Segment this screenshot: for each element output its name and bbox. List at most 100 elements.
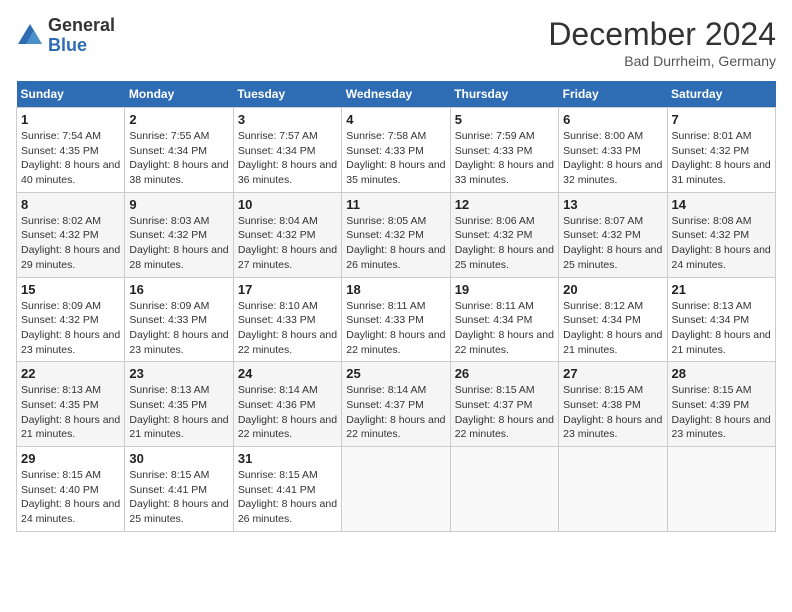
day-number: 15: [21, 282, 120, 297]
day-number: 20: [563, 282, 662, 297]
day-number: 1: [21, 112, 120, 127]
day-of-week-header: Wednesday: [342, 81, 450, 108]
cell-content: Sunrise: 8:15 AMSunset: 4:39 PMDaylight:…: [672, 384, 771, 440]
day-of-week-header: Tuesday: [233, 81, 341, 108]
cell-content: Sunrise: 8:09 AMSunset: 4:33 PMDaylight:…: [129, 300, 228, 356]
calendar-cell: 29 Sunrise: 8:15 AMSunset: 4:40 PMDayligh…: [17, 447, 125, 532]
cell-content: Sunrise: 8:13 AMSunset: 4:34 PMDaylight:…: [672, 300, 771, 356]
logo-blue: Blue: [48, 36, 115, 56]
day-of-week-header: Friday: [559, 81, 667, 108]
cell-content: Sunrise: 8:03 AMSunset: 4:32 PMDaylight:…: [129, 215, 228, 271]
calendar-cell: 23 Sunrise: 8:13 AMSunset: 4:35 PMDayligh…: [125, 362, 233, 447]
cell-content: Sunrise: 8:14 AMSunset: 4:37 PMDaylight:…: [346, 384, 445, 440]
calendar-cell: 5 Sunrise: 7:59 AMSunset: 4:33 PMDaylight…: [450, 108, 558, 193]
day-number: 21: [672, 282, 771, 297]
cell-content: Sunrise: 8:00 AMSunset: 4:33 PMDaylight:…: [563, 130, 662, 186]
day-of-week-header: Saturday: [667, 81, 775, 108]
day-of-week-header: Thursday: [450, 81, 558, 108]
day-number: 9: [129, 197, 228, 212]
calendar-cell: 20 Sunrise: 8:12 AMSunset: 4:34 PMDayligh…: [559, 277, 667, 362]
cell-content: Sunrise: 8:02 AMSunset: 4:32 PMDaylight:…: [21, 215, 120, 271]
calendar-cell: 7 Sunrise: 8:01 AMSunset: 4:32 PMDaylight…: [667, 108, 775, 193]
cell-content: Sunrise: 8:15 AMSunset: 4:41 PMDaylight:…: [129, 469, 228, 525]
cell-content: Sunrise: 8:15 AMSunset: 4:41 PMDaylight:…: [238, 469, 337, 525]
calendar-cell: 13 Sunrise: 8:07 AMSunset: 4:32 PMDayligh…: [559, 192, 667, 277]
calendar-cell: 15Sunrise: 8:09 AMSunset: 4:32 PMDayligh…: [17, 277, 125, 362]
calendar-cell: [342, 447, 450, 532]
cell-content: Sunrise: 8:11 AMSunset: 4:34 PMDaylight:…: [455, 300, 554, 356]
calendar-cell: 16 Sunrise: 8:09 AMSunset: 4:33 PMDayligh…: [125, 277, 233, 362]
cell-content: Sunrise: 7:59 AMSunset: 4:33 PMDaylight:…: [455, 130, 554, 186]
calendar-cell: [667, 447, 775, 532]
logo-icon: [16, 22, 44, 50]
calendar-week-row: 22Sunrise: 8:13 AMSunset: 4:35 PMDayligh…: [17, 362, 776, 447]
calendar-cell: 4 Sunrise: 7:58 AMSunset: 4:33 PMDaylight…: [342, 108, 450, 193]
calendar-cell: 28 Sunrise: 8:15 AMSunset: 4:39 PMDayligh…: [667, 362, 775, 447]
cell-content: Sunrise: 8:15 AMSunset: 4:38 PMDaylight:…: [563, 384, 662, 440]
cell-content: Sunrise: 8:15 AMSunset: 4:37 PMDaylight:…: [455, 384, 554, 440]
cell-content: Sunrise: 7:54 AMSunset: 4:35 PMDaylight:…: [21, 130, 120, 186]
calendar-cell: [559, 447, 667, 532]
day-number: 14: [672, 197, 771, 212]
calendar-week-row: 29 Sunrise: 8:15 AMSunset: 4:40 PMDayligh…: [17, 447, 776, 532]
day-number: 27: [563, 366, 662, 381]
day-number: 6: [563, 112, 662, 127]
cell-content: Sunrise: 8:11 AMSunset: 4:33 PMDaylight:…: [346, 300, 445, 356]
calendar-cell: 21 Sunrise: 8:13 AMSunset: 4:34 PMDayligh…: [667, 277, 775, 362]
day-number: 13: [563, 197, 662, 212]
day-number: 11: [346, 197, 445, 212]
calendar-cell: 18Sunrise: 8:11 AMSunset: 4:33 PMDayligh…: [342, 277, 450, 362]
day-number: 29: [21, 451, 120, 466]
calendar-header-row: SundayMondayTuesdayWednesdayThursdayFrid…: [17, 81, 776, 108]
cell-content: Sunrise: 8:08 AMSunset: 4:32 PMDaylight:…: [672, 215, 771, 271]
cell-content: Sunrise: 8:07 AMSunset: 4:32 PMDaylight:…: [563, 215, 662, 271]
cell-content: Sunrise: 8:06 AMSunset: 4:32 PMDaylight:…: [455, 215, 554, 271]
day-number: 28: [672, 366, 771, 381]
day-number: 7: [672, 112, 771, 127]
day-number: 30: [129, 451, 228, 466]
calendar-cell: 10Sunrise: 8:04 AMSunset: 4:32 PMDayligh…: [233, 192, 341, 277]
calendar-cell: 26 Sunrise: 8:15 AMSunset: 4:37 PMDayligh…: [450, 362, 558, 447]
day-number: 5: [455, 112, 554, 127]
day-number: 23: [129, 366, 228, 381]
day-number: 2: [129, 112, 228, 127]
page-header: General Blue December 2024 Bad Durrheim,…: [16, 16, 776, 69]
cell-content: Sunrise: 8:13 AMSunset: 4:35 PMDaylight:…: [129, 384, 228, 440]
cell-content: Sunrise: 7:58 AMSunset: 4:33 PMDaylight:…: [346, 130, 445, 186]
day-of-week-header: Sunday: [17, 81, 125, 108]
calendar-table: SundayMondayTuesdayWednesdayThursdayFrid…: [16, 81, 776, 532]
cell-content: Sunrise: 8:12 AMSunset: 4:34 PMDaylight:…: [563, 300, 662, 356]
month-title: December 2024: [548, 16, 776, 53]
calendar-week-row: 8Sunrise: 8:02 AMSunset: 4:32 PMDaylight…: [17, 192, 776, 277]
day-number: 26: [455, 366, 554, 381]
cell-content: Sunrise: 8:15 AMSunset: 4:40 PMDaylight:…: [21, 469, 120, 525]
day-of-week-header: Monday: [125, 81, 233, 108]
title-block: December 2024 Bad Durrheim, Germany: [548, 16, 776, 69]
cell-content: Sunrise: 8:01 AMSunset: 4:32 PMDaylight:…: [672, 130, 771, 186]
day-number: 4: [346, 112, 445, 127]
day-number: 24: [238, 366, 337, 381]
calendar-cell: 3 Sunrise: 7:57 AMSunset: 4:34 PMDaylight…: [233, 108, 341, 193]
calendar-week-row: 15Sunrise: 8:09 AMSunset: 4:32 PMDayligh…: [17, 277, 776, 362]
calendar-cell: 27 Sunrise: 8:15 AMSunset: 4:38 PMDayligh…: [559, 362, 667, 447]
day-number: 12: [455, 197, 554, 212]
calendar-cell: 12 Sunrise: 8:06 AMSunset: 4:32 PMDayligh…: [450, 192, 558, 277]
calendar-cell: 22Sunrise: 8:13 AMSunset: 4:35 PMDayligh…: [17, 362, 125, 447]
cell-content: Sunrise: 7:57 AMSunset: 4:34 PMDaylight:…: [238, 130, 337, 186]
calendar-cell: 8Sunrise: 8:02 AMSunset: 4:32 PMDaylight…: [17, 192, 125, 277]
calendar-cell: 6 Sunrise: 8:00 AMSunset: 4:33 PMDaylight…: [559, 108, 667, 193]
cell-content: Sunrise: 8:14 AMSunset: 4:36 PMDaylight:…: [238, 384, 337, 440]
calendar-cell: 25Sunrise: 8:14 AMSunset: 4:37 PMDayligh…: [342, 362, 450, 447]
day-number: 17: [238, 282, 337, 297]
calendar-cell: 9 Sunrise: 8:03 AMSunset: 4:32 PMDaylight…: [125, 192, 233, 277]
location-subtitle: Bad Durrheim, Germany: [548, 53, 776, 69]
calendar-cell: 2Sunrise: 7:55 AMSunset: 4:34 PMDaylight…: [125, 108, 233, 193]
day-number: 3: [238, 112, 337, 127]
calendar-cell: 31Sunrise: 8:15 AMSunset: 4:41 PMDayligh…: [233, 447, 341, 532]
day-number: 16: [129, 282, 228, 297]
calendar-cell: 11Sunrise: 8:05 AMSunset: 4:32 PMDayligh…: [342, 192, 450, 277]
cell-content: Sunrise: 8:13 AMSunset: 4:35 PMDaylight:…: [21, 384, 120, 440]
calendar-cell: [450, 447, 558, 532]
logo-text: General Blue: [48, 16, 115, 56]
cell-content: Sunrise: 8:04 AMSunset: 4:32 PMDaylight:…: [238, 215, 337, 271]
